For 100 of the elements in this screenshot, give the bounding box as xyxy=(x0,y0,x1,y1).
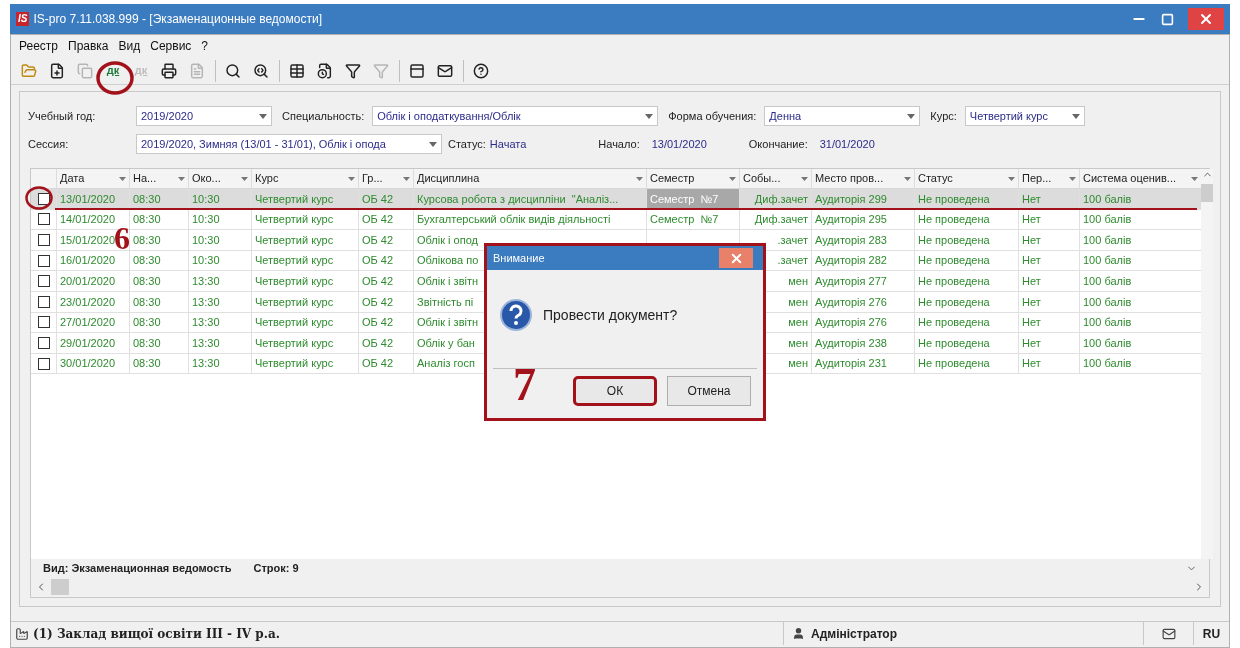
dropdown-field[interactable]: Четвертий курс xyxy=(964,106,1085,126)
menu-item[interactable]: Сервис xyxy=(150,37,192,55)
row-checkbox[interactable] xyxy=(37,316,50,329)
table-cell-text: Облік у бан xyxy=(417,335,475,351)
organization-label: (1) Заклад вищої освіти III - IV р.а. xyxy=(33,625,280,643)
table-cell-text: Диф.зачет xyxy=(754,212,808,228)
row-checkbox[interactable] xyxy=(37,295,50,308)
table-cell-text: 08:30 xyxy=(133,232,161,248)
table-cell-text: 100 балів xyxy=(1083,356,1132,372)
dropdown-field[interactable]: Облік і оподаткування/Облік xyxy=(372,106,659,126)
dropdown-field[interactable]: 2019/2020 xyxy=(136,106,272,126)
column-header[interactable]: Гр... xyxy=(358,169,413,188)
menu-item[interactable]: Вид xyxy=(118,37,141,55)
toolbar-icon xyxy=(472,62,489,79)
row-count: Строк: 9 xyxy=(253,560,299,576)
column-header[interactable]: Собы... xyxy=(739,169,811,188)
table-cell-text: Аудиторія 231 xyxy=(815,356,887,372)
close-button[interactable] xyxy=(719,248,753,268)
table-cell-text: Не проведена xyxy=(918,191,990,207)
table-cell-text: Семестр №7 xyxy=(650,191,719,207)
filter-caret-icon[interactable] xyxy=(729,176,736,181)
table-cell-text: 08:30 xyxy=(133,294,161,310)
table-cell-text: Не проведена xyxy=(918,356,990,372)
table-cell-text: ОБ 42 xyxy=(362,253,394,269)
table-cell-text: Не проведена xyxy=(918,232,990,248)
view-label: Вид: Экзаменационная ведомость xyxy=(43,560,232,576)
toolbar-icon xyxy=(408,62,425,79)
row-checkbox[interactable] xyxy=(37,192,50,205)
filter-caret-icon[interactable] xyxy=(119,176,126,181)
row-checkbox[interactable] xyxy=(37,275,50,288)
table-cell-text: Не проведена xyxy=(918,294,990,310)
table-cell-text: Нет xyxy=(1022,356,1041,372)
column-header[interactable]: На... xyxy=(129,169,188,188)
column-header[interactable]: Око... xyxy=(188,169,251,188)
language-indicator[interactable]: RU xyxy=(1193,622,1229,645)
close-button[interactable] xyxy=(1188,8,1224,30)
table-cell-text: .зачет xyxy=(777,232,808,248)
table-cell-text: 13:30 xyxy=(192,356,220,372)
filter-caret-icon[interactable] xyxy=(178,176,185,181)
row-checkbox[interactable] xyxy=(37,213,50,226)
table-cell-text: 100 балів xyxy=(1083,253,1132,269)
table-cell-text: 10:30 xyxy=(192,212,220,228)
table-cell-text: 10:30 xyxy=(192,191,220,207)
table-cell-text: мен xyxy=(788,294,808,310)
column-header[interactable]: Статус xyxy=(914,169,1018,188)
row-checkbox[interactable] xyxy=(37,336,50,349)
row-checkbox[interactable] xyxy=(37,234,50,246)
table-cell-text: Курсова робота з дисципліни "Аналіз... xyxy=(417,191,619,207)
row-checkbox[interactable] xyxy=(37,357,50,370)
table-cell-text: Нет xyxy=(1022,294,1041,310)
table-cell-text: Не проведена xyxy=(918,253,990,269)
filter-caret-icon[interactable] xyxy=(636,176,643,181)
table-cell-text: 30/01/2020 xyxy=(60,356,116,372)
dialog-button[interactable]: Отмена xyxy=(667,375,751,406)
table-cell-text: Облік і звітн xyxy=(417,315,479,331)
table-cell-text: 10:30 xyxy=(192,253,220,269)
filter-caret-icon[interactable] xyxy=(904,176,911,181)
menu-item[interactable]: ? xyxy=(201,37,209,55)
field-label: Окончание: xyxy=(748,136,808,152)
table-cell-text: Не проведена xyxy=(918,273,990,289)
column-header[interactable]: Семестр xyxy=(646,169,739,188)
filter-caret-icon[interactable] xyxy=(403,176,410,181)
mail-icon[interactable] xyxy=(1161,626,1176,641)
table-cell-text: .зачет xyxy=(777,253,808,269)
menu-item[interactable]: Правка xyxy=(68,37,109,55)
filter-caret-icon[interactable] xyxy=(1008,176,1015,181)
table-cell-text: 100 балів xyxy=(1083,232,1132,248)
table-cell-text: 27/01/2020 xyxy=(60,315,116,331)
table-cell-text: Четвертий курс xyxy=(255,212,334,228)
column-header[interactable]: Дата xyxy=(56,169,129,188)
toolbar-icon xyxy=(317,62,333,79)
dialog-button[interactable]: ОК xyxy=(573,375,657,406)
scroll-thumb[interactable] xyxy=(51,579,69,595)
toolbar-icon xyxy=(49,62,65,79)
column-header[interactable]: Пер... xyxy=(1018,169,1079,188)
maximize-icon[interactable] xyxy=(1161,12,1174,26)
toolbar-icon xyxy=(373,62,389,79)
dropdown-field[interactable]: Денна xyxy=(764,106,921,126)
table-cell-text: Четвертий курс xyxy=(255,294,334,310)
close-icon xyxy=(1198,11,1214,27)
table-cell-text: Аудиторія 283 xyxy=(815,232,887,248)
table-cell-text: 29/01/2020 xyxy=(60,335,116,351)
column-header[interactable]: Дисциплина xyxy=(413,169,646,188)
filter-caret-icon[interactable] xyxy=(801,176,808,181)
filter-caret-icon[interactable] xyxy=(241,176,248,181)
filter-caret-icon[interactable] xyxy=(348,176,355,181)
table-cell-text: Четвертий курс xyxy=(255,356,334,372)
column-header[interactable]: Место пров... xyxy=(811,169,914,188)
table-cell-text: Аудиторія 276 xyxy=(815,315,887,331)
menu-item[interactable]: Реестр xyxy=(19,37,58,55)
table-cell-text: 23/01/2020 xyxy=(60,294,116,310)
scroll-thumb[interactable] xyxy=(1201,184,1213,202)
filter-caret-icon[interactable] xyxy=(1191,176,1198,181)
dropdown-field[interactable]: 2019/2020, Зимняя (13/01 - 31/01), Облік і опода xyxy=(136,134,442,154)
table-cell-text: Аудиторія 238 xyxy=(815,335,887,351)
row-checkbox[interactable] xyxy=(37,254,50,267)
column-header[interactable]: Курс xyxy=(251,169,358,188)
table-cell-text: Нет xyxy=(1022,335,1041,351)
toolbar-icon xyxy=(77,62,93,79)
filter-caret-icon[interactable] xyxy=(1069,176,1076,181)
